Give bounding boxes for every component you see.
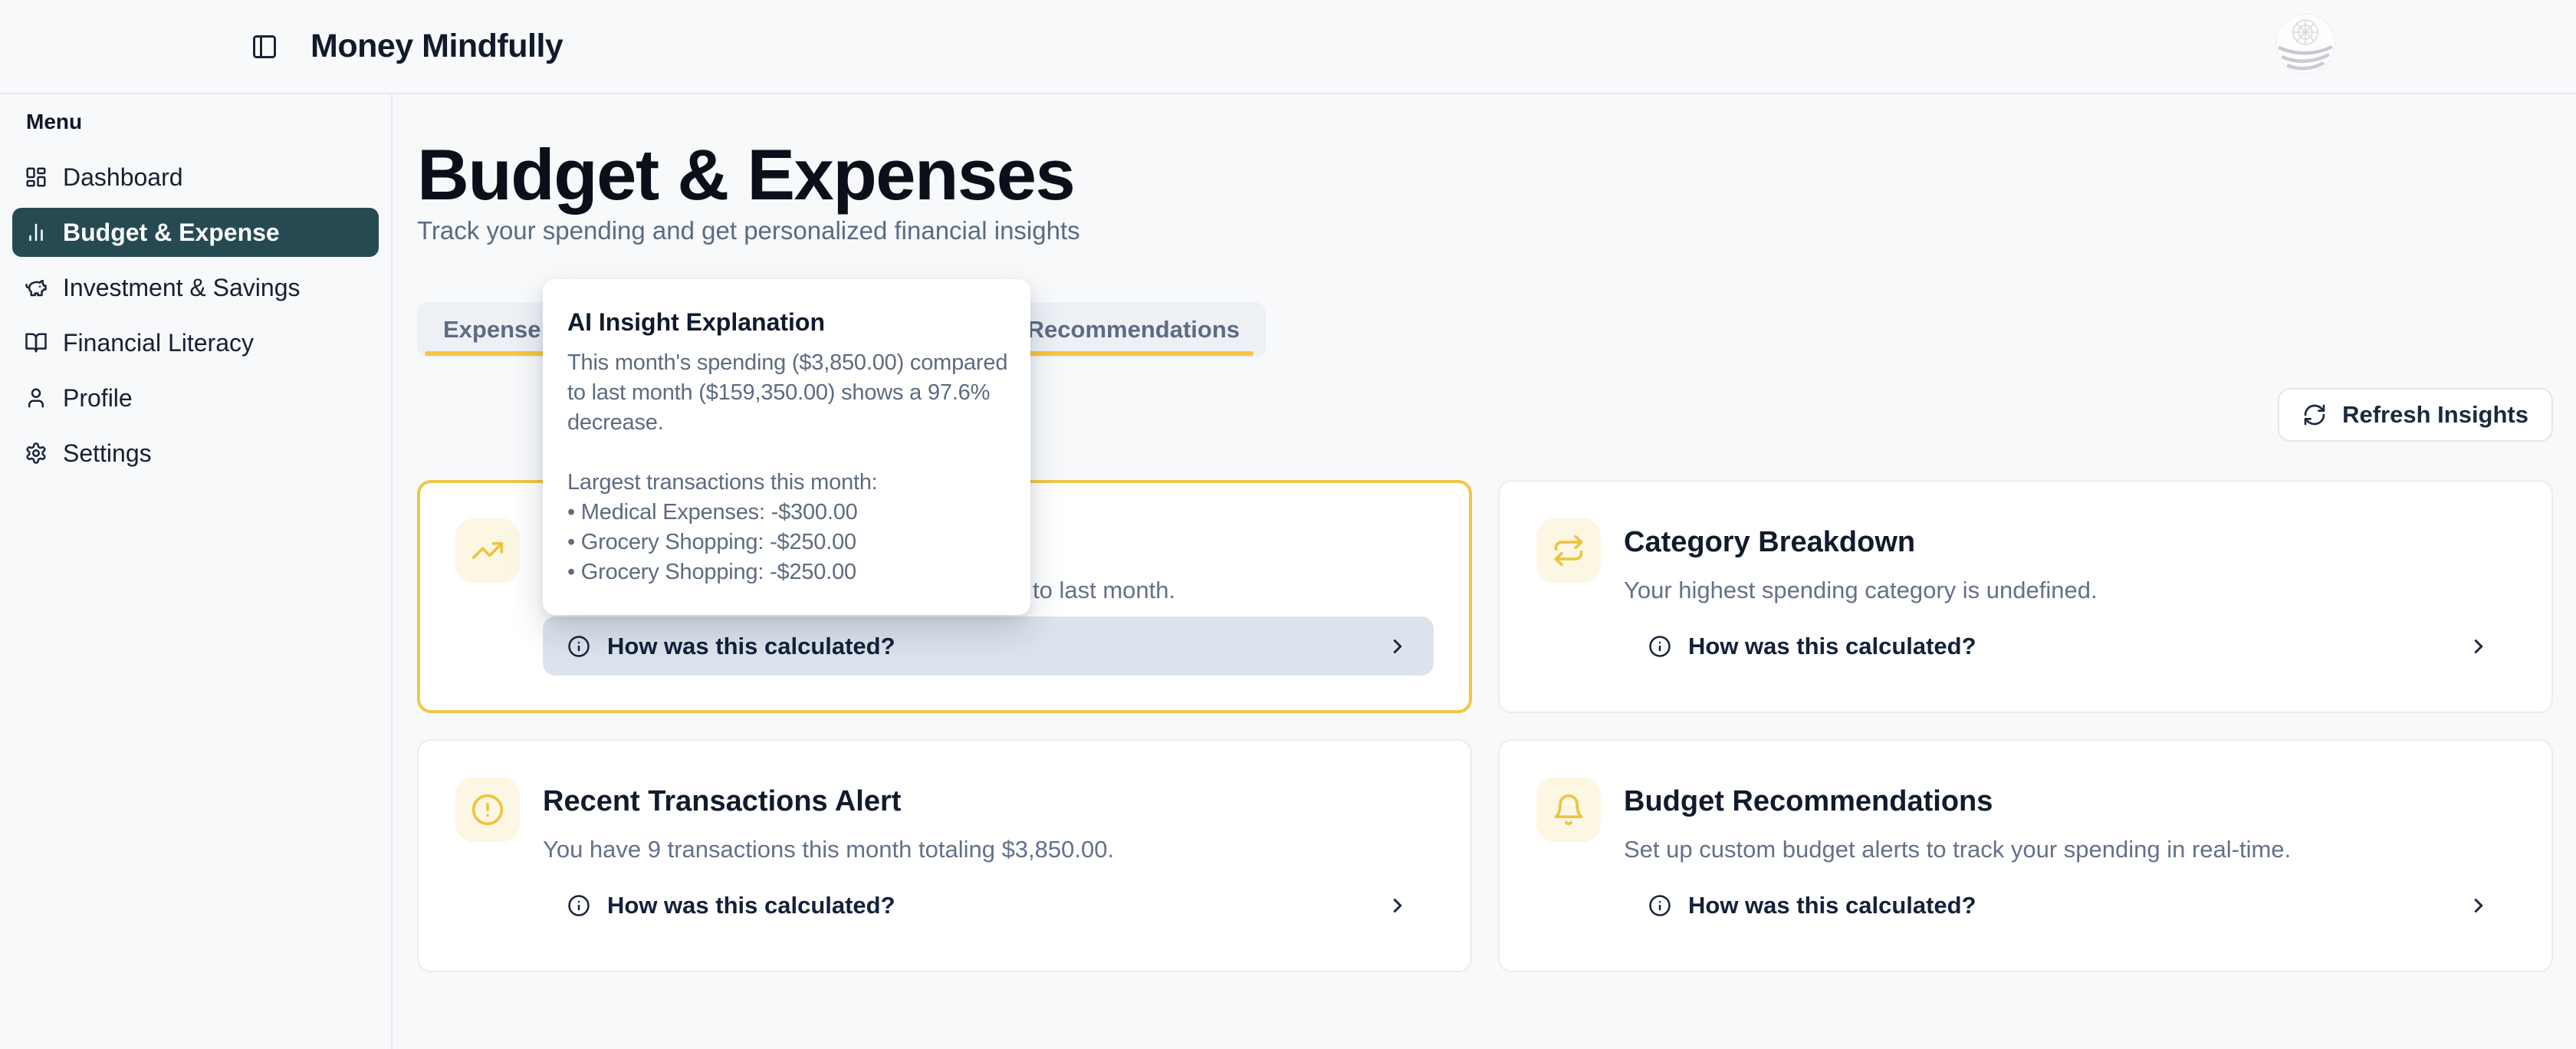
- card-budget-recommendations: Budget Recommendations Set up custom bud…: [1498, 739, 2553, 972]
- page-subtitle: Track your spending and get personalized…: [417, 216, 2553, 245]
- sidebar-item-dashboard[interactable]: Dashboard: [12, 153, 379, 202]
- info-icon: [567, 894, 590, 917]
- alert-circle-icon: [455, 778, 520, 842]
- sidebar-item-financial-literacy[interactable]: Financial Literacy: [12, 318, 379, 367]
- popover-line: • Grocery Shopping: -$250.00: [567, 528, 1006, 557]
- ai-insight-explanation-popover: AI Insight Explanation This month's spen…: [543, 279, 1030, 615]
- sidebar-item-label: Profile: [63, 384, 133, 413]
- card-category-breakdown: Category Breakdown Your highest spending…: [1498, 480, 2553, 713]
- chevron-right-icon: [1386, 894, 1409, 917]
- popover-line: • Grocery Shopping: -$250.00: [567, 557, 1006, 587]
- card-description: to last month.: [1033, 575, 1434, 606]
- how-calculated-label: How was this calculated?: [607, 633, 895, 660]
- how-calculated-label: How was this calculated?: [1688, 633, 1976, 660]
- app-header: Money Mindfully: [0, 0, 2576, 94]
- how-calculated-link[interactable]: How was this calculated?: [543, 617, 1434, 676]
- menu-label: Menu: [26, 110, 379, 134]
- how-calculated-label: How was this calculated?: [1688, 892, 1976, 919]
- info-icon: [1648, 635, 1671, 658]
- refresh-icon: [2302, 403, 2327, 427]
- chevron-right-icon: [1386, 635, 1409, 658]
- popover-line: • Medical Expenses: -$300.00: [567, 498, 1006, 528]
- sidebar-item-label: Dashboard: [63, 163, 183, 192]
- info-icon: [1648, 894, 1671, 917]
- how-calculated-label: How was this calculated?: [607, 892, 895, 919]
- refresh-insights-label: Refresh Insights: [2342, 401, 2528, 429]
- sidebar-item-budget-expense[interactable]: Budget & Expense: [12, 208, 379, 257]
- sidebar-item-investment-savings[interactable]: Investment & Savings: [12, 263, 379, 312]
- info-icon: [567, 635, 590, 658]
- popover-line: [567, 438, 1006, 468]
- layout-dashboard-icon: [25, 166, 48, 189]
- book-open-icon: [25, 331, 48, 354]
- sidebar-item-label: Financial Literacy: [63, 329, 254, 357]
- bell-icon: [1536, 778, 1601, 842]
- sidebar-item-label: Settings: [63, 439, 152, 468]
- sidebar-item-profile[interactable]: Profile: [12, 373, 379, 423]
- popover-title: AI Insight Explanation: [567, 307, 1006, 337]
- sidebar: Menu Dashboard Budget & Expense Investme…: [0, 94, 393, 1049]
- card-description: You have 9 transactions this month total…: [543, 834, 1434, 865]
- how-calculated-link[interactable]: How was this calculated?: [1624, 876, 2515, 935]
- repeat-icon: [1536, 518, 1601, 583]
- popover-line: This month's spending ($3,850.00) compar…: [567, 348, 1006, 378]
- avatar[interactable]: [2275, 14, 2335, 74]
- card-title: Category Breakdown: [1624, 524, 2515, 560]
- how-calculated-link[interactable]: How was this calculated?: [543, 876, 1434, 935]
- gear-icon: [25, 442, 48, 465]
- piggy-bank-icon: [25, 276, 48, 299]
- card-description: Set up custom budget alerts to track you…: [1624, 834, 2515, 865]
- popover-line: to last month ($159,350.00) shows a 97.6…: [567, 378, 1006, 408]
- refresh-insights-button[interactable]: Refresh Insights: [2278, 388, 2553, 442]
- card-title: Budget Recommendations: [1624, 784, 2515, 819]
- app-title: Money Mindfully: [310, 28, 563, 65]
- page-title: Budget & Expenses: [417, 138, 2553, 212]
- card-recent-transactions-alert: Recent Transactions Alert You have 9 tra…: [417, 739, 1472, 972]
- trending-up-icon: [455, 518, 520, 583]
- panel-left-icon: [251, 33, 278, 61]
- card-title: Recent Transactions Alert: [543, 784, 1434, 819]
- sidebar-toggle-button[interactable]: [248, 30, 281, 64]
- sidebar-item-label: Budget & Expense: [63, 219, 280, 247]
- how-calculated-link[interactable]: How was this calculated?: [1624, 617, 2515, 676]
- popover-line: decrease.: [567, 408, 1006, 438]
- sidebar-item-settings[interactable]: Settings: [12, 429, 379, 478]
- sidebar-item-label: Investment & Savings: [63, 274, 300, 302]
- user-icon: [25, 386, 48, 409]
- card-description: Your highest spending category is undefi…: [1624, 575, 2515, 606]
- popover-body: This month's spending ($3,850.00) compar…: [567, 348, 1006, 587]
- chevron-right-icon: [2467, 635, 2490, 658]
- popover-line: Largest transactions this month:: [567, 468, 1006, 498]
- bar-chart-icon: [25, 221, 48, 244]
- chevron-right-icon: [2467, 894, 2490, 917]
